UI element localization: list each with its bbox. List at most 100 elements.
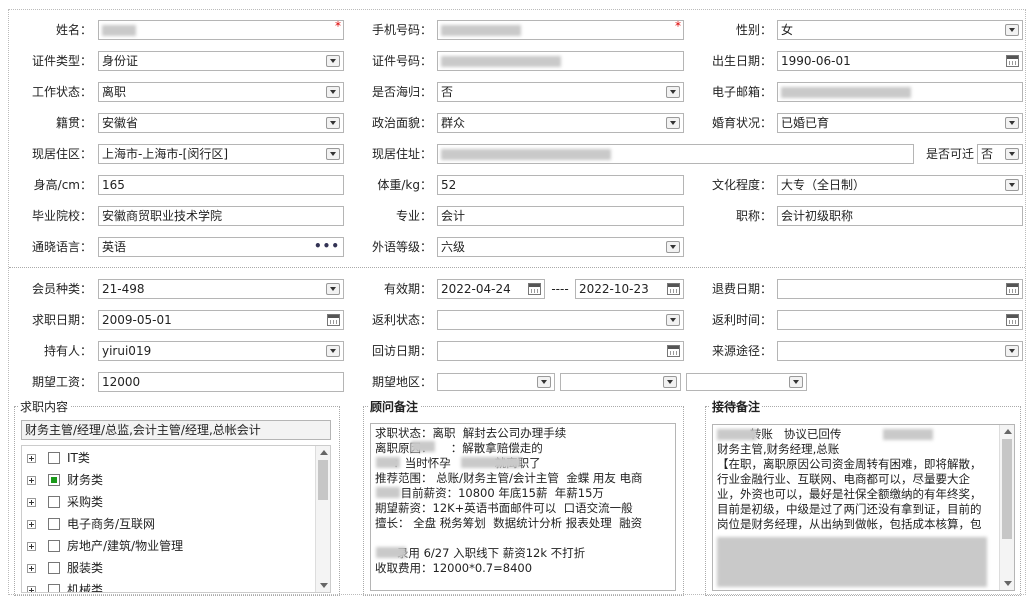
transfer-label: 是否可迁 bbox=[925, 147, 974, 161]
calendar-icon[interactable] bbox=[528, 283, 541, 295]
chevron-down-icon[interactable] bbox=[666, 86, 680, 98]
language-input[interactable]: 英语 ••• bbox=[98, 237, 344, 257]
validity-from-input[interactable]: 2022-04-24 bbox=[437, 279, 545, 299]
chevron-down-icon[interactable] bbox=[537, 376, 551, 388]
id-type-select[interactable]: 身份证 bbox=[98, 51, 344, 71]
chevron-down-icon[interactable] bbox=[1005, 24, 1019, 36]
chevron-down-icon[interactable] bbox=[666, 241, 680, 253]
refund-date-input[interactable] bbox=[777, 279, 1023, 299]
expand-plus-icon[interactable] bbox=[27, 586, 36, 592]
returnee-select[interactable]: 否 bbox=[437, 82, 684, 102]
chevron-down-icon[interactable] bbox=[789, 376, 803, 388]
weight-input[interactable]: 52 bbox=[437, 175, 684, 195]
marital-select[interactable]: 已婚已育 bbox=[777, 113, 1023, 133]
education-select[interactable]: 大专（全日制） bbox=[777, 175, 1023, 195]
category-checkbox[interactable] bbox=[48, 474, 60, 486]
chevron-down-icon[interactable] bbox=[326, 117, 340, 129]
residence-area-select[interactable]: 上海市-上海市-[闵行区] bbox=[98, 144, 344, 164]
calendar-icon[interactable] bbox=[1006, 283, 1019, 295]
region-city-select[interactable] bbox=[560, 373, 681, 391]
validity-separator: ---- bbox=[551, 282, 569, 296]
category-checkbox[interactable] bbox=[48, 562, 60, 574]
blurred-text bbox=[781, 87, 911, 98]
chevron-down-icon[interactable] bbox=[666, 314, 680, 326]
expected-salary-input[interactable]: 12000 bbox=[98, 372, 344, 392]
category-label: 机械类 bbox=[67, 583, 104, 593]
rebate-time-label: 返利时间： bbox=[711, 313, 772, 327]
region-province-select[interactable] bbox=[437, 373, 555, 391]
expand-plus-icon[interactable] bbox=[27, 476, 36, 485]
foreign-level-select[interactable]: 六级 bbox=[437, 237, 684, 257]
address-label: 现居住址： bbox=[371, 147, 432, 161]
birth-date-input[interactable]: 1990-06-01 bbox=[777, 51, 1023, 71]
category-checkbox[interactable] bbox=[48, 540, 60, 552]
scroll-thumb[interactable] bbox=[318, 460, 328, 500]
transfer-select[interactable]: 否 bbox=[977, 144, 1023, 164]
advisor-notes-title: 顾问备注 bbox=[368, 399, 421, 415]
category-checkbox[interactable] bbox=[48, 584, 60, 592]
category-checkbox[interactable] bbox=[48, 452, 60, 464]
calendar-icon[interactable] bbox=[667, 283, 680, 295]
school-input[interactable]: 安徽商贸职业技术学院 bbox=[98, 206, 344, 226]
expand-plus-icon[interactable] bbox=[27, 520, 36, 529]
phone-input[interactable]: * bbox=[437, 20, 684, 40]
expand-plus-icon[interactable] bbox=[27, 454, 36, 463]
chevron-down-icon[interactable] bbox=[326, 345, 340, 357]
scroll-up-icon[interactable] bbox=[320, 450, 328, 455]
scroll-up-icon[interactable] bbox=[1004, 429, 1012, 434]
political-select[interactable]: 群众 bbox=[437, 113, 684, 133]
address-input[interactable] bbox=[437, 144, 914, 164]
reception-scrollbar[interactable] bbox=[999, 425, 1014, 590]
gender-select[interactable]: 女 bbox=[777, 20, 1023, 40]
refund-date-label: 退费日期： bbox=[711, 282, 772, 296]
rebate-status-select[interactable] bbox=[437, 310, 684, 330]
job-date-input[interactable]: 2009-05-01 bbox=[98, 310, 344, 330]
category-checkbox[interactable] bbox=[48, 518, 60, 530]
holder-select[interactable]: yirui019 bbox=[98, 341, 344, 361]
height-input[interactable]: 165 bbox=[98, 175, 344, 195]
calendar-icon[interactable] bbox=[667, 345, 680, 357]
major-input[interactable]: 会计 bbox=[437, 206, 684, 226]
category-checkbox[interactable] bbox=[48, 496, 60, 508]
chevron-down-icon[interactable] bbox=[326, 283, 340, 295]
chevron-down-icon[interactable] bbox=[1005, 148, 1019, 160]
calendar-icon[interactable] bbox=[1006, 314, 1019, 326]
more-dots-icon[interactable]: ••• bbox=[314, 238, 340, 254]
name-input[interactable]: * bbox=[98, 20, 344, 40]
job-category-tree[interactable]: IT类 财务类 采购类 电子商务/互联网 房地产/建筑/物业管理 服装类 机械类 bbox=[21, 445, 331, 593]
tree-scrollbar[interactable] bbox=[315, 446, 330, 592]
work-status-select[interactable]: 离职 bbox=[98, 82, 344, 102]
expand-plus-icon[interactable] bbox=[27, 564, 36, 573]
chevron-down-icon[interactable] bbox=[326, 148, 340, 160]
email-input[interactable] bbox=[777, 82, 1023, 102]
id-number-input[interactable] bbox=[437, 51, 684, 71]
rebate-time-input[interactable] bbox=[777, 310, 1023, 330]
chevron-down-icon[interactable] bbox=[663, 376, 677, 388]
scroll-down-icon[interactable] bbox=[1004, 581, 1012, 586]
chevron-down-icon[interactable] bbox=[326, 55, 340, 67]
validity-to-input[interactable]: 2022-10-23 bbox=[575, 279, 684, 299]
native-place-select[interactable]: 安徽省 bbox=[98, 113, 344, 133]
scroll-thumb[interactable] bbox=[1002, 439, 1012, 539]
calendar-icon[interactable] bbox=[1006, 55, 1019, 67]
chevron-down-icon[interactable] bbox=[1005, 179, 1019, 191]
member-type-select[interactable]: 21-498 bbox=[98, 279, 344, 299]
visit-date-input[interactable] bbox=[437, 341, 684, 361]
source-select[interactable] bbox=[777, 341, 1023, 361]
expand-plus-icon[interactable] bbox=[27, 498, 36, 507]
reception-notes-textarea[interactable]: 转账 协议已回传 财务主管,财务经理,总账 【在职，离职原因公司资金周转有困难，… bbox=[712, 424, 1015, 591]
id-number-label: 证件号码： bbox=[371, 54, 432, 68]
chevron-down-icon[interactable] bbox=[1005, 117, 1019, 129]
calendar-icon[interactable] bbox=[327, 314, 340, 326]
chevron-down-icon[interactable] bbox=[326, 86, 340, 98]
title-input[interactable]: 会计初级职称 bbox=[777, 206, 1023, 226]
chevron-down-icon[interactable] bbox=[1005, 345, 1019, 357]
category-label: IT类 bbox=[67, 451, 90, 465]
scroll-down-icon[interactable] bbox=[320, 583, 328, 588]
rebate-status-label: 返利状态： bbox=[371, 313, 432, 327]
expand-plus-icon[interactable] bbox=[27, 542, 36, 551]
advisor-notes-textarea[interactable]: 求职状态：离职 解封去公司办理手续 离职原因： ：解散拿赔偿走的 ：当时怀孕 就… bbox=[370, 423, 676, 591]
job-content-title: 求职内容 bbox=[18, 399, 71, 415]
region-district-select[interactable] bbox=[686, 373, 807, 391]
chevron-down-icon[interactable] bbox=[666, 117, 680, 129]
